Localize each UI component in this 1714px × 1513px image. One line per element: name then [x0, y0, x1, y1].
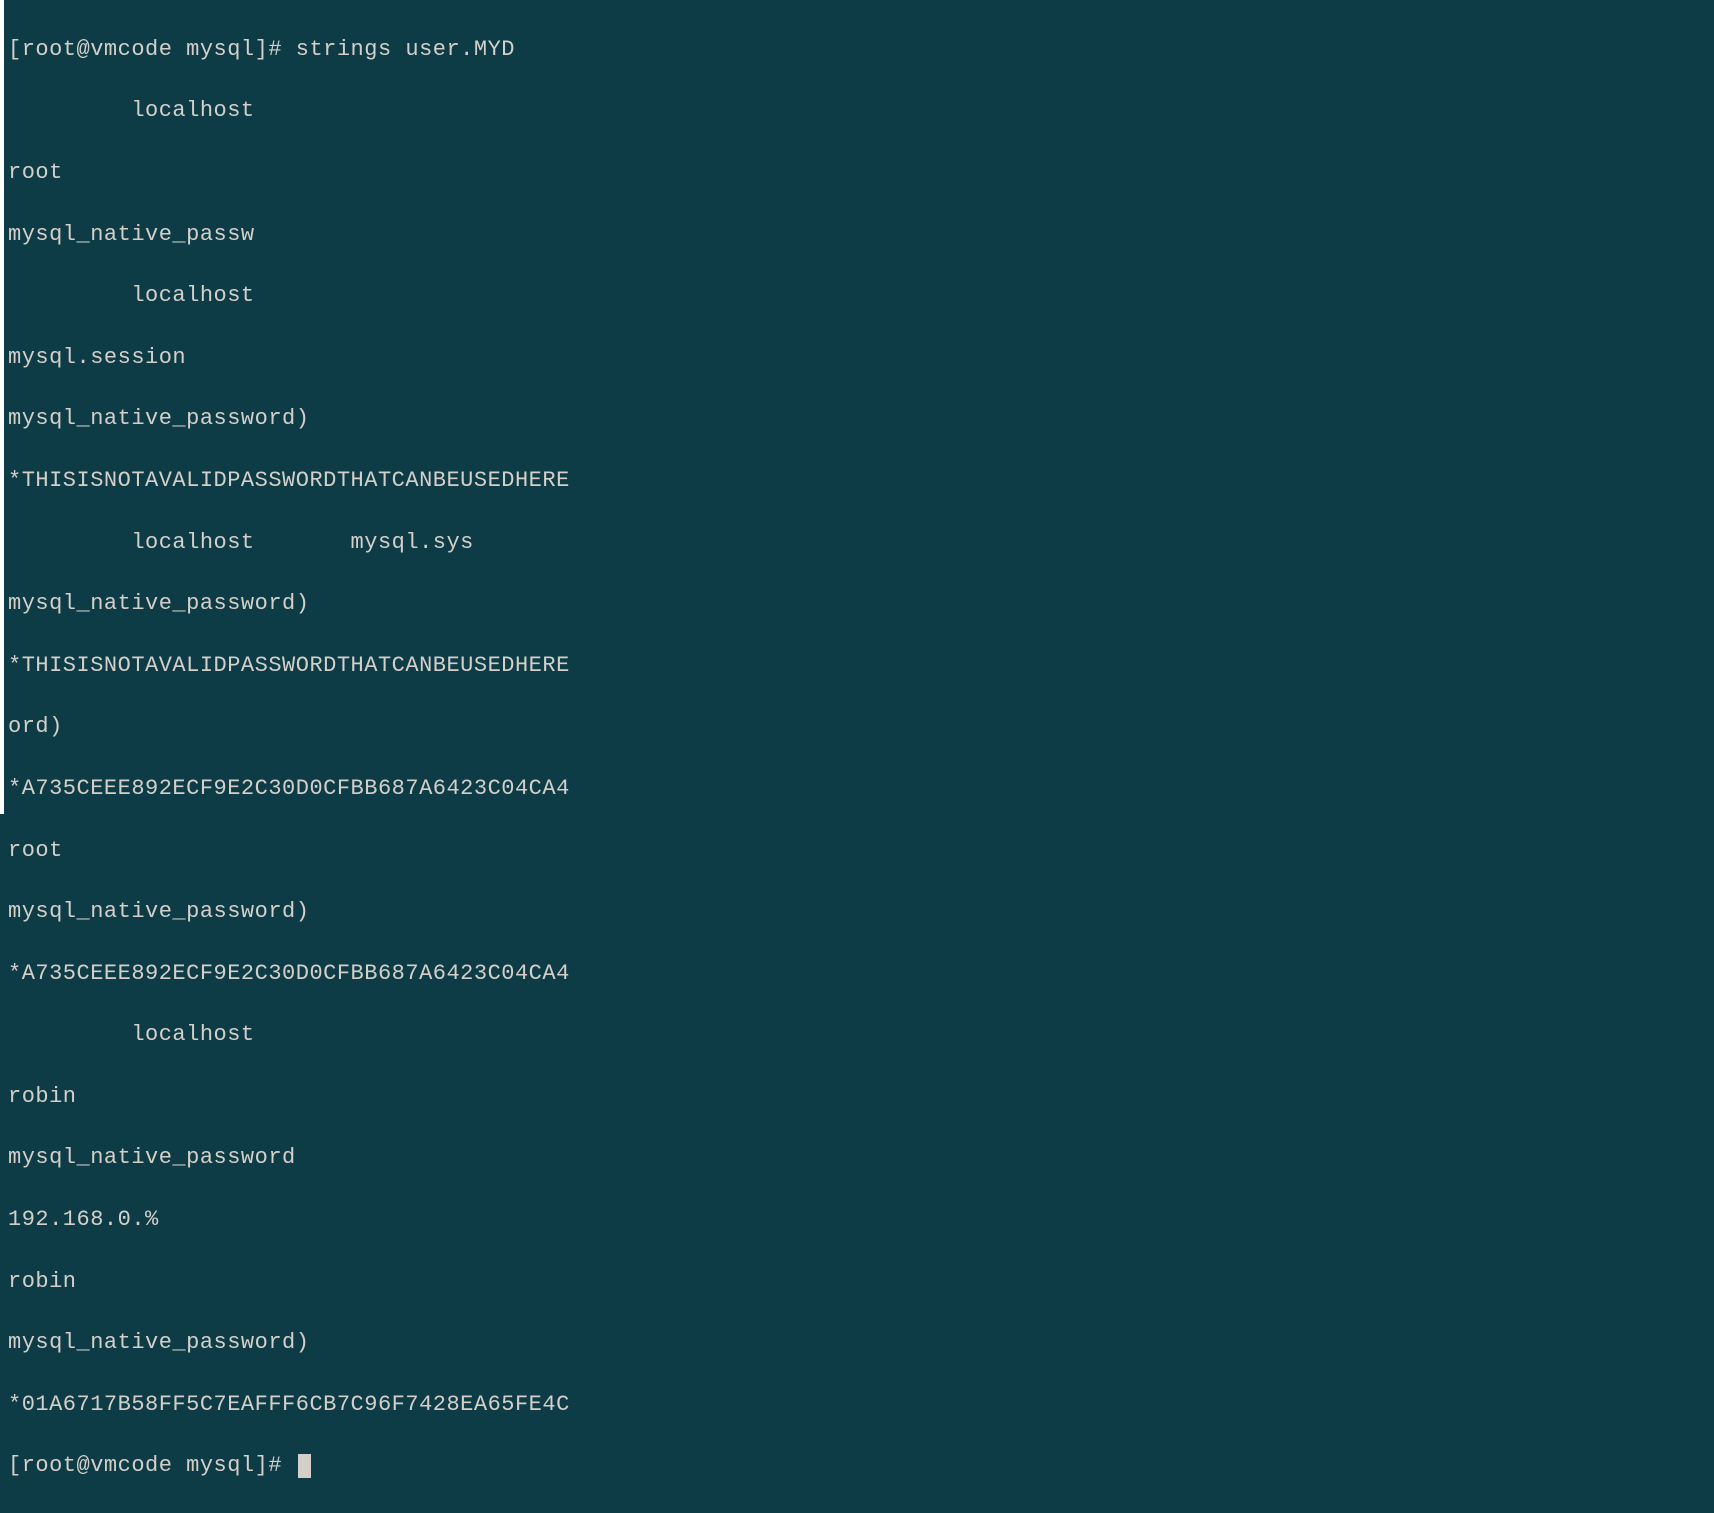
terminal-line: localhost — [8, 281, 1714, 312]
terminal-line: *01A6717B58FF5C7EAFFF6CB7C96F7428EA65FE4… — [8, 1390, 1714, 1421]
terminal-line: mysql_native_password) — [8, 1328, 1714, 1359]
terminal-output[interactable]: [root@vmcode mysql]# strings user.MYD lo… — [8, 4, 1714, 1513]
terminal-line: localhost mysql.sys — [8, 528, 1714, 559]
terminal-line: mysql_native_password — [8, 1143, 1714, 1174]
terminal-line: *THISISNOTAVALIDPASSWORDTHATCANBEUSEDHER… — [8, 466, 1714, 497]
terminal-line: mysql_native_password) — [8, 589, 1714, 620]
terminal-line: mysql.session — [8, 343, 1714, 374]
terminal-line: *THISISNOTAVALIDPASSWORDTHATCANBEUSEDHER… — [8, 651, 1714, 682]
terminal-line: *A735CEEE892ECF9E2C30D0CFBB687A6423C04CA… — [8, 959, 1714, 990]
terminal-line: root — [8, 836, 1714, 867]
terminal-line: robin — [8, 1267, 1714, 1298]
terminal-line: *A735CEEE892ECF9E2C30D0CFBB687A6423C04CA… — [8, 774, 1714, 805]
terminal-line: 192.168.0.% — [8, 1205, 1714, 1236]
terminal-line: [root@vmcode mysql]# strings user.MYD — [8, 35, 1714, 66]
terminal-line: ord) — [8, 712, 1714, 743]
cursor-icon — [298, 1454, 311, 1478]
terminal-line: mysql_native_password) — [8, 897, 1714, 928]
terminal-prompt: [root@vmcode mysql]# — [8, 1453, 296, 1478]
terminal-line: localhost — [8, 96, 1714, 127]
terminal-line: mysql_native_passw — [8, 220, 1714, 251]
terminal-line: root — [8, 158, 1714, 189]
terminal-line: robin — [8, 1082, 1714, 1113]
terminal-line: localhost — [8, 1020, 1714, 1051]
terminal-prompt-line[interactable]: [root@vmcode mysql]# — [8, 1451, 1714, 1482]
terminal-line: mysql_native_password) — [8, 404, 1714, 435]
